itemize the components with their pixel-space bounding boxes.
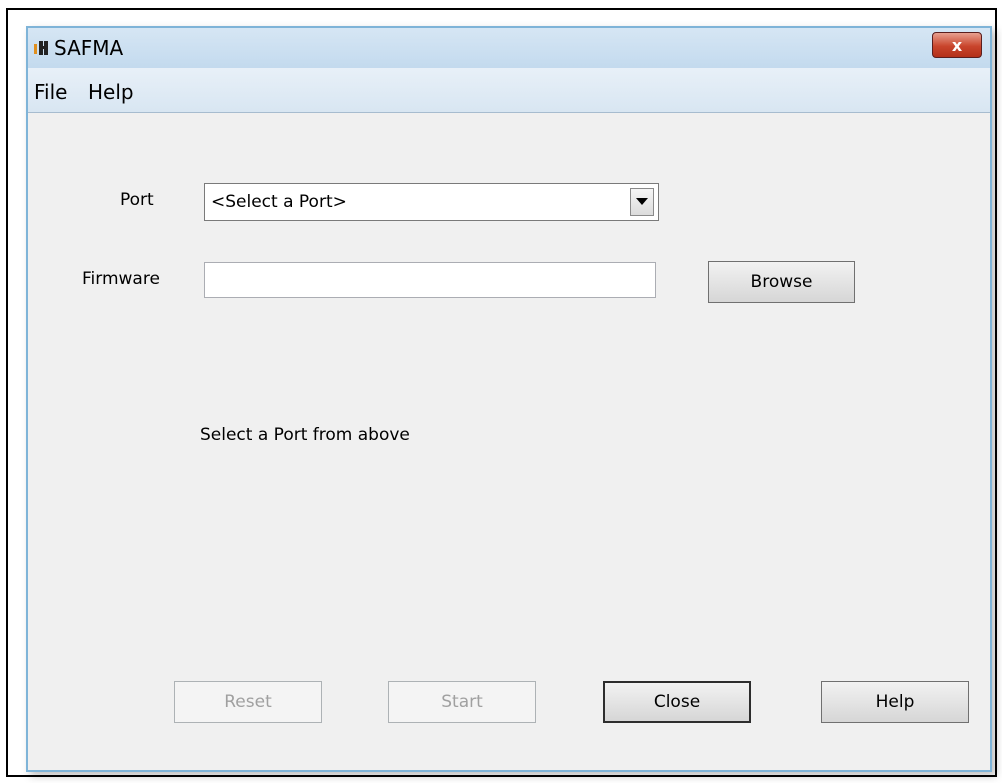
firmware-label: Firmware <box>82 269 160 289</box>
menu-file[interactable]: File <box>34 80 67 104</box>
start-button[interactable]: Start <box>388 681 536 723</box>
menu-bar: File Help <box>28 68 990 113</box>
window-close-button[interactable]: x <box>932 32 982 58</box>
reset-button[interactable]: Reset <box>174 681 322 723</box>
title-bar[interactable]: SAFMA x <box>28 28 990 69</box>
app-icon <box>34 41 48 55</box>
browse-button[interactable]: Browse <box>708 261 855 303</box>
help-button[interactable]: Help <box>821 681 969 723</box>
safma-window: SAFMA x File Help Port <Select a Port> F… <box>26 26 992 772</box>
close-icon: x <box>951 35 963 55</box>
port-dropdown-button[interactable] <box>630 188 654 216</box>
port-select[interactable]: <Select a Port> <box>204 183 659 221</box>
status-text: Select a Port from above <box>200 425 410 445</box>
firmware-input[interactable] <box>204 262 656 298</box>
port-label: Port <box>120 190 154 210</box>
menu-help[interactable]: Help <box>88 80 134 104</box>
close-button[interactable]: Close <box>603 681 751 723</box>
port-select-value: <Select a Port> <box>211 192 347 212</box>
chevron-down-icon <box>636 198 648 205</box>
window-title: SAFMA <box>54 36 124 60</box>
